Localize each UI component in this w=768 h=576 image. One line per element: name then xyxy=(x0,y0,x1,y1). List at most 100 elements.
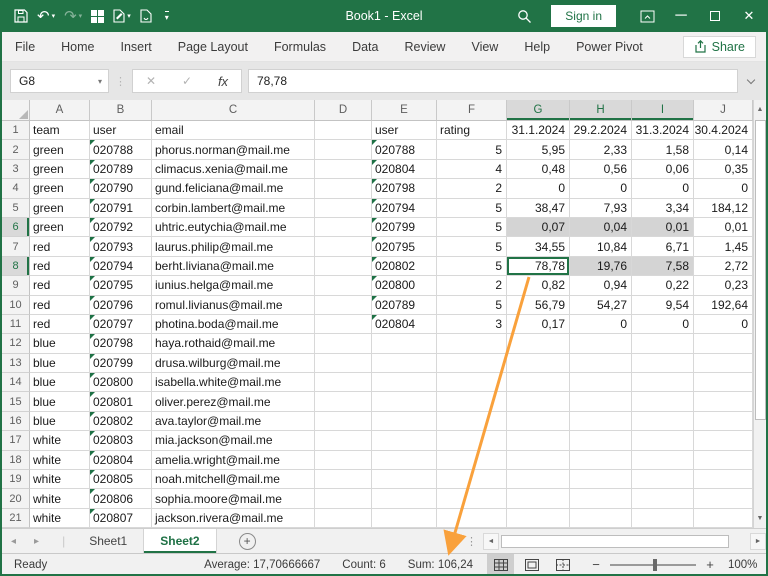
cell-F20[interactable] xyxy=(437,489,507,509)
sign-in-button[interactable]: Sign in xyxy=(551,5,616,27)
cell-B11[interactable]: 020797 xyxy=(90,314,152,335)
cell-D8[interactable] xyxy=(315,256,372,277)
cell-G21[interactable] xyxy=(507,508,570,529)
cell-C4[interactable]: gund.feliciana@mail.me xyxy=(152,179,315,199)
cell-B3[interactable]: 020789 xyxy=(90,159,152,180)
row-header-12[interactable]: 12 xyxy=(2,334,30,354)
cell-E15[interactable] xyxy=(372,392,437,412)
cell-E21[interactable] xyxy=(372,508,437,529)
cell-F9[interactable]: 2 xyxy=(437,276,507,296)
cell-I19[interactable] xyxy=(632,470,694,490)
cell-I20[interactable] xyxy=(632,489,694,509)
cell-D6[interactable] xyxy=(315,217,372,238)
cell-A21[interactable]: white xyxy=(30,508,90,529)
cell-G14[interactable] xyxy=(507,373,570,393)
cell-G17[interactable] xyxy=(507,431,570,451)
cell-F21[interactable] xyxy=(437,508,507,529)
cell-H13[interactable] xyxy=(570,353,632,374)
cell-D16[interactable] xyxy=(315,411,372,432)
scroll-right-icon[interactable]: ► xyxy=(750,532,766,550)
cell-I13[interactable] xyxy=(632,353,694,374)
vertical-scrollbar[interactable]: ▲ ▼ xyxy=(753,100,766,529)
cell-D10[interactable] xyxy=(315,295,372,315)
tab-formulas[interactable]: Formulas xyxy=(261,32,339,61)
cell-C14[interactable]: isabella.white@mail.me xyxy=(152,373,315,393)
cell-D19[interactable] xyxy=(315,470,372,490)
scroll-up-icon[interactable]: ▲ xyxy=(754,100,766,119)
cell-B5[interactable]: 020791 xyxy=(90,198,152,218)
cell-C17[interactable]: mia.jackson@mail.me xyxy=(152,431,315,451)
tab-data[interactable]: Data xyxy=(339,32,391,61)
cell-F4[interactable]: 2 xyxy=(437,179,507,199)
cell-A13[interactable]: blue xyxy=(30,353,90,374)
cell-D12[interactable] xyxy=(315,334,372,354)
tab-help[interactable]: Help xyxy=(511,32,563,61)
cell-J19[interactable] xyxy=(694,470,753,490)
tab-home[interactable]: Home xyxy=(48,32,107,61)
cell-F17[interactable] xyxy=(437,431,507,451)
cell-I11[interactable]: 0 xyxy=(632,314,694,335)
row-header-3[interactable]: 3 xyxy=(2,159,30,180)
cell-F1[interactable]: rating xyxy=(437,121,507,141)
cell-H18[interactable] xyxy=(570,450,632,471)
cell-G15[interactable] xyxy=(507,392,570,412)
cell-H14[interactable] xyxy=(570,373,632,393)
cell-C19[interactable]: noah.mitchell@mail.me xyxy=(152,470,315,490)
cell-H5[interactable]: 7,93 xyxy=(570,198,632,218)
zoom-in-button[interactable]: + xyxy=(700,557,720,572)
cell-C15[interactable]: oliver.perez@mail.me xyxy=(152,392,315,412)
tab-page-layout[interactable]: Page Layout xyxy=(165,32,261,61)
cell-A5[interactable]: green xyxy=(30,198,90,218)
cell-E20[interactable] xyxy=(372,489,437,509)
scroll-left-icon[interactable]: ◄ xyxy=(483,532,499,550)
tab-insert[interactable]: Insert xyxy=(108,32,165,61)
row-header-8[interactable]: 8 xyxy=(2,256,30,277)
cell-G5[interactable]: 38,47 xyxy=(507,198,570,218)
cell-C7[interactable]: laurus.philip@mail.me xyxy=(152,237,315,257)
cell-H1[interactable]: 29.2.2024 xyxy=(570,121,632,141)
cell-A9[interactable]: red xyxy=(30,276,90,296)
cell-B1[interactable]: user xyxy=(90,121,152,141)
sheet-tab-sheet1[interactable]: Sheet1 xyxy=(73,529,143,553)
cell-I14[interactable] xyxy=(632,373,694,393)
cell-D3[interactable] xyxy=(315,159,372,180)
column-header-G[interactable]: G xyxy=(507,100,570,121)
cell-C21[interactable]: jackson.rivera@mail.me xyxy=(152,508,315,529)
cell-C1[interactable]: email xyxy=(152,121,315,141)
cell-J10[interactable]: 192,64 xyxy=(694,295,753,315)
cell-F16[interactable] xyxy=(437,411,507,432)
row-header-10[interactable]: 10 xyxy=(2,295,30,315)
cell-B10[interactable]: 020796 xyxy=(90,295,152,315)
cell-F10[interactable]: 5 xyxy=(437,295,507,315)
cell-D15[interactable] xyxy=(315,392,372,412)
cell-H6[interactable]: 0,04 xyxy=(570,217,632,238)
cell-F11[interactable]: 3 xyxy=(437,314,507,335)
row-header-13[interactable]: 13 xyxy=(2,353,30,374)
sheet-bar-handle[interactable]: ⋮ xyxy=(466,535,477,548)
cell-I10[interactable]: 9,54 xyxy=(632,295,694,315)
cell-I21[interactable] xyxy=(632,508,694,529)
cell-I9[interactable]: 0,22 xyxy=(632,276,694,296)
cell-E3[interactable]: 020804 xyxy=(372,159,437,180)
zoom-level[interactable]: 100% xyxy=(728,559,766,571)
tab-view[interactable]: View xyxy=(458,32,511,61)
cell-G1[interactable]: 31.1.2024 xyxy=(507,121,570,141)
cell-H7[interactable]: 10,84 xyxy=(570,237,632,257)
ribbon-display-options-icon[interactable] xyxy=(630,0,664,32)
column-header-E[interactable]: E xyxy=(372,100,437,121)
cell-F6[interactable]: 5 xyxy=(437,217,507,238)
cell-E6[interactable]: 020799 xyxy=(372,217,437,238)
cell-E4[interactable]: 020798 xyxy=(372,179,437,199)
cell-A18[interactable]: white xyxy=(30,450,90,471)
row-header-19[interactable]: 19 xyxy=(2,470,30,490)
row-header-2[interactable]: 2 xyxy=(2,140,30,160)
cell-I1[interactable]: 31.3.2024 xyxy=(632,121,694,141)
formula-bar-handle[interactable]: ⋮ xyxy=(115,75,126,88)
cell-J5[interactable]: 184,12 xyxy=(694,198,753,218)
cell-E13[interactable] xyxy=(372,353,437,374)
cell-A17[interactable]: white xyxy=(30,431,90,451)
cell-C11[interactable]: photina.boda@mail.me xyxy=(152,314,315,335)
cell-B9[interactable]: 020795 xyxy=(90,276,152,296)
cell-E8[interactable]: 020802 xyxy=(372,256,437,277)
cell-J11[interactable]: 0 xyxy=(694,314,753,335)
